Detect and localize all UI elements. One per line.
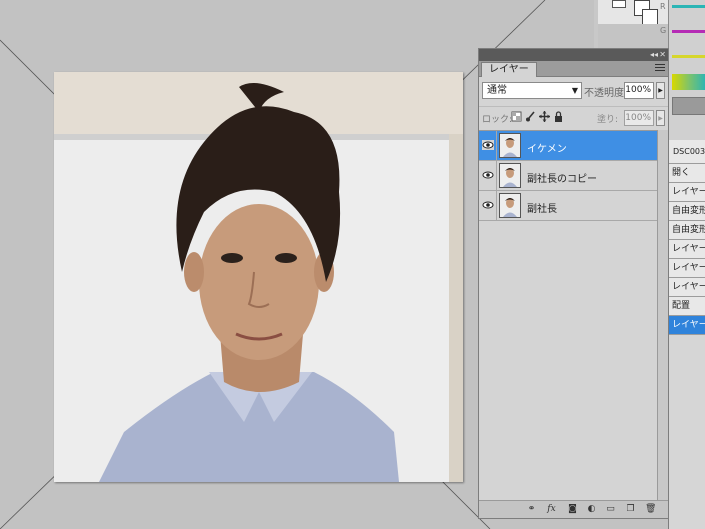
color-spectrum[interactable] — [672, 74, 705, 90]
lock-paint-brush-icon[interactable] — [525, 111, 536, 122]
history-document-snapshot[interactable]: DSC0037 — [669, 140, 705, 164]
lock-label: ロック: — [482, 115, 513, 125]
folder-icon[interactable]: ▭ — [605, 504, 616, 515]
trash-icon[interactable]: 🗑 — [645, 504, 656, 515]
eye-icon[interactable] — [482, 140, 494, 150]
eye-icon[interactable] — [482, 170, 494, 180]
gray-ramp[interactable] — [672, 97, 705, 115]
divider — [496, 161, 497, 191]
tab-layers[interactable]: レイヤー — [481, 62, 537, 77]
divider — [496, 191, 497, 221]
new-layer-icon[interactable]: ❐ — [625, 504, 636, 515]
layer-list: イケメン 副社長のコピー 副社長 — [479, 130, 657, 500]
chevron-down-icon: ▼ — [571, 86, 578, 95]
layer-name: 副社長のコピー — [527, 174, 597, 185]
lock-position-icon[interactable] — [539, 111, 550, 122]
collapse-icon[interactable]: ◂◂ — [650, 50, 658, 59]
history-item[interactable]: レイヤーを — [669, 183, 705, 202]
document-photo[interactable] — [54, 72, 463, 482]
panel-menu-icon[interactable] — [655, 64, 665, 73]
layer-row-fukushacho-copy[interactable]: 副社長のコピー — [479, 161, 657, 191]
swatch-icon[interactable] — [612, 0, 626, 8]
history-item[interactable]: レイヤーを — [669, 240, 705, 259]
close-panel-icon[interactable]: ✕ — [659, 50, 666, 59]
adjustment-icon[interactable]: ◐ — [586, 504, 597, 515]
blend-mode-select[interactable]: 通常 ▼ — [482, 82, 582, 99]
color-swatch-area[interactable] — [598, 0, 668, 48]
panel-title-bar[interactable]: ◂◂ ✕ — [479, 49, 668, 61]
opacity-flyout-button[interactable]: ▶ — [656, 82, 665, 99]
history-item-active[interactable]: レイヤーの — [669, 316, 705, 335]
history-item[interactable]: 配置 — [669, 297, 705, 316]
magenta-slider-bar[interactable] — [672, 30, 705, 33]
layer-row-ikemen[interactable]: イケメン — [479, 131, 657, 161]
background-color[interactable] — [642, 9, 658, 25]
layer-name: イケメン — [527, 144, 567, 155]
lock-all-icon[interactable] — [553, 111, 564, 122]
history-item[interactable]: 開く — [669, 164, 705, 183]
layer-row-fukushacho[interactable]: 副社長 — [479, 191, 657, 221]
history-item[interactable]: 自由変形 — [669, 202, 705, 221]
fx-icon[interactable]: fx — [546, 504, 557, 515]
history-item[interactable]: レイヤーの — [669, 278, 705, 297]
link-icon[interactable]: ⚭ — [526, 504, 537, 515]
layer-thumbnail — [499, 163, 521, 188]
eye-icon[interactable] — [482, 200, 494, 210]
panel-tab-row: レイヤー — [479, 61, 668, 77]
g-label: G — [660, 26, 667, 35]
blend-row: 通常 ▼ 不透明度: 100% ▶ — [479, 79, 668, 103]
fill-input[interactable]: 100% — [624, 110, 654, 126]
divider — [496, 131, 497, 161]
history-item[interactable]: レイヤーの — [669, 259, 705, 278]
layers-bottom-toolbar: ⚭ fx ◙ ◐ ▭ ❐ 🗑 — [479, 500, 668, 518]
blend-mode-value: 通常 — [487, 85, 507, 96]
opacity-label: 不透明度: — [584, 88, 628, 99]
yellow-slider-bar[interactable] — [672, 55, 705, 58]
fill-flyout-button[interactable]: ▶ — [656, 110, 665, 126]
layer-list-scrollbar[interactable] — [657, 130, 668, 500]
lock-transparent-icon[interactable] — [511, 111, 522, 122]
lock-row: ロック: 塗り: 100% ▶ — [479, 106, 668, 128]
color-sliders[interactable]: R G — [660, 0, 705, 140]
opacity-input[interactable]: 100% — [624, 82, 654, 99]
r-label: R — [660, 2, 666, 11]
cyan-slider-bar[interactable] — [672, 5, 705, 8]
layers-panel: ◂◂ ✕ レイヤー 通常 ▼ 不透明度: 100% ▶ ロック: 塗り: 100… — [478, 48, 669, 519]
mask-icon[interactable]: ◙ — [567, 504, 578, 515]
layer-thumbnail — [499, 193, 521, 218]
history-item[interactable]: 自由変形 — [669, 221, 705, 240]
history-panel: DSC0037 開く レイヤーを 自由変形 自由変形 レイヤーを レイヤーの レ… — [668, 140, 705, 529]
divider — [598, 24, 668, 48]
layer-name: 副社長 — [527, 204, 557, 215]
fill-label: 塗り: — [597, 115, 619, 125]
layer-thumbnail — [499, 133, 521, 158]
